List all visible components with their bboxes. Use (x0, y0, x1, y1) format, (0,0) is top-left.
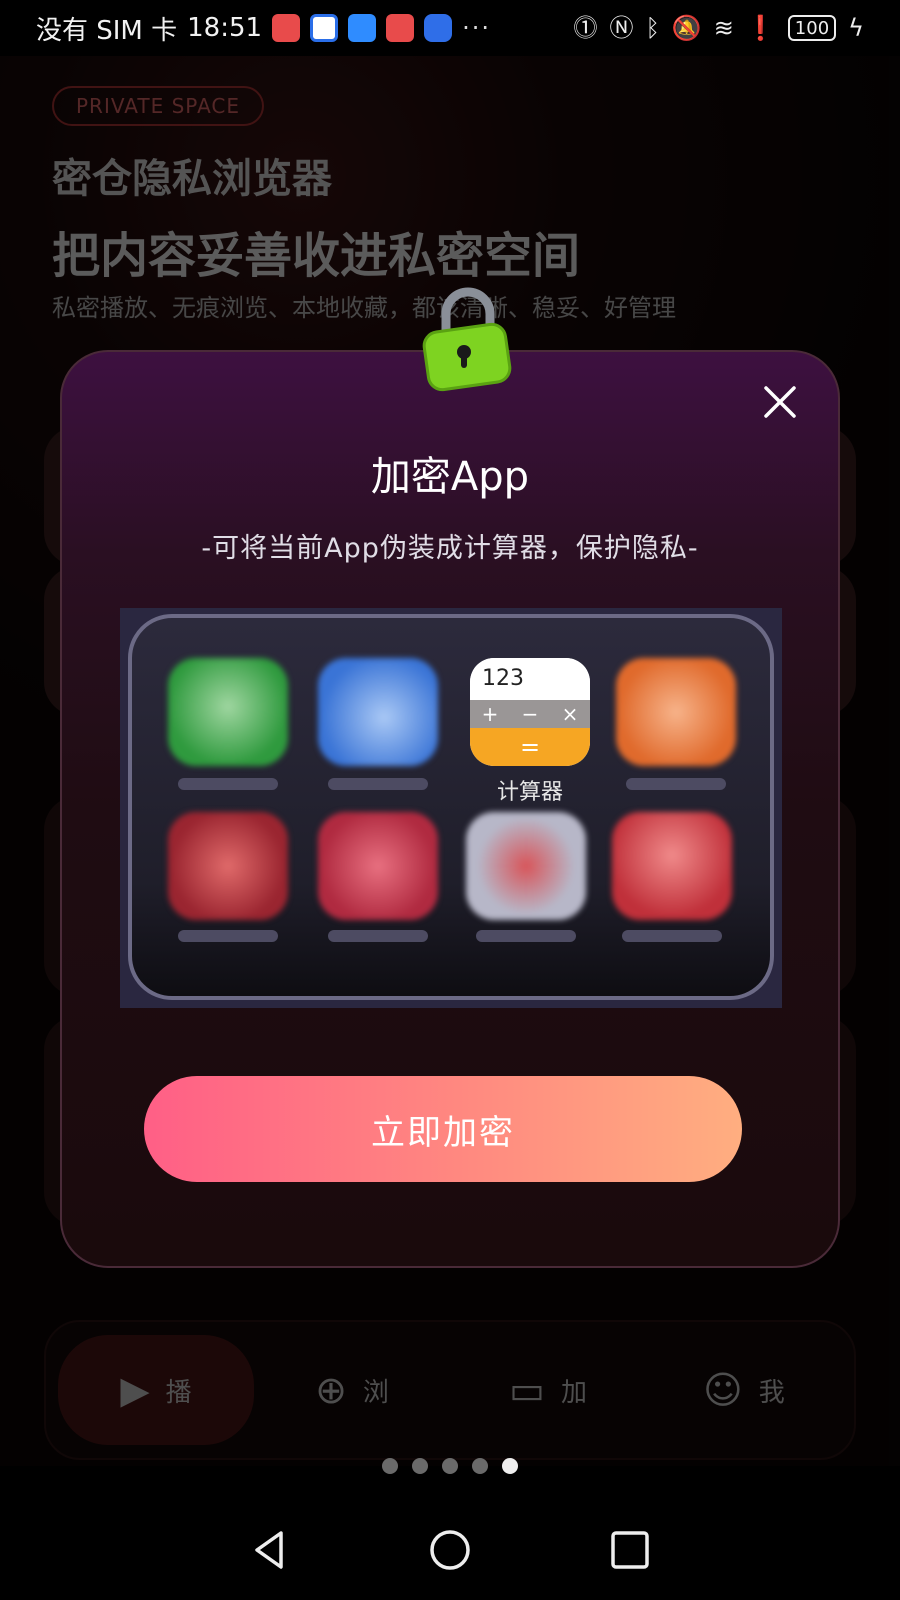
mail-notification-icon (310, 14, 339, 42)
encrypt-app-dialog: 加密App -可将当前App伪装成计算器，保护隐私- 123 + − × = 计… (60, 287, 840, 1268)
equals-icon: = (470, 728, 590, 766)
carrier-text: 没有 SIM 卡 (36, 15, 178, 46)
back-icon[interactable] (245, 1525, 295, 1575)
app-label-placeholder (178, 930, 278, 942)
plus-icon: + (481, 702, 499, 726)
status-bar: 没有 SIM 卡 18:51 ··· ⓵ Ⓝ ᛒ 🔕 ≋ ❗ 100 ϟ (0, 0, 900, 56)
tab-label: 播 (165, 1377, 192, 1408)
clock-text: 18:51 (187, 13, 263, 43)
app-label-placeholder (626, 778, 726, 790)
app-title: 密仓隐私浏览器 (52, 156, 332, 202)
mute-bell-icon: 🔕 (671, 14, 702, 42)
calculator-label: 计算器 (496, 780, 563, 805)
private-space-badge: PRIVATE SPACE (52, 86, 265, 126)
padlock-icon (422, 287, 512, 392)
times-icon: × (561, 702, 579, 726)
wifi-icon: ≋ (713, 14, 734, 42)
app-notification-icon-2 (386, 14, 415, 42)
calculator-app-icon: 123 + − × = (470, 658, 590, 766)
play-icon: ▶ (120, 1368, 150, 1412)
bluetooth-icon: ᛒ (645, 14, 660, 42)
alert-icon: ❗ (745, 14, 776, 42)
page-dot[interactable] (442, 1458, 458, 1474)
person-icon: ☺ (703, 1368, 743, 1412)
phone-mockup: 123 + − × = 计算器 (128, 614, 774, 1000)
calculator-disguise-preview: 123 + − × = 计算器 (120, 608, 782, 1008)
nfc-icon: Ⓝ (609, 14, 634, 42)
page-dot[interactable] (472, 1458, 488, 1474)
tab-label: 浏 (362, 1377, 389, 1408)
app-label-placeholder (476, 930, 576, 942)
home-icon[interactable] (425, 1525, 475, 1575)
encrypt-now-button[interactable]: 立即加密 (144, 1076, 742, 1182)
data-saver-icon: ⓵ (573, 14, 598, 42)
app-label-placeholder (328, 930, 428, 942)
battery-level: 100 (794, 17, 830, 39)
app-label-placeholder (328, 778, 428, 790)
page-indicator (0, 1458, 900, 1474)
minus-icon: − (521, 702, 539, 726)
dialog-title: 加密App (370, 454, 530, 500)
bulb-notification-icon (424, 14, 453, 42)
tab-label: 我 (758, 1377, 785, 1408)
charging-icon: ϟ (848, 14, 864, 42)
tab-browse[interactable]: ⊕ 浏 (254, 1335, 450, 1445)
blurred-app-icon (168, 812, 288, 920)
blurred-app-icon (466, 812, 586, 920)
close-icon[interactable] (760, 382, 800, 422)
calculator-display: 123 (470, 658, 590, 700)
app-label-placeholder (622, 930, 722, 942)
page-dot[interactable] (382, 1458, 398, 1474)
app-notification-icon (272, 14, 301, 42)
tab-label: 加 (560, 1377, 587, 1408)
blurred-app-icon (616, 658, 736, 766)
recents-icon[interactable] (605, 1525, 655, 1575)
page-heading: 把内容妥善收进私密空间 (52, 228, 581, 284)
page-dot-active[interactable] (502, 1458, 518, 1474)
tab-me[interactable]: ☺ 我 (646, 1335, 842, 1445)
calculator-operators: + − × (470, 700, 590, 728)
folder-lock-icon: ▭ (509, 1368, 545, 1412)
tab-encrypt[interactable]: ▭ 加 (450, 1335, 646, 1445)
tab-play[interactable]: ▶ 播 (58, 1335, 254, 1445)
cloud-notification-icon (348, 14, 377, 42)
more-notifications-icon: ··· (462, 14, 491, 42)
page-dot[interactable] (412, 1458, 428, 1474)
blurred-app-icon (318, 658, 438, 766)
browse-icon: ⊕ (315, 1368, 347, 1412)
app-label-placeholder (178, 778, 278, 790)
blurred-app-icon (318, 812, 438, 920)
blurred-app-icon (168, 658, 288, 766)
bottom-tab-bar: ▶ 播 ⊕ 浏 ▭ 加 ☺ 我 (44, 1320, 856, 1460)
system-navigation-bar (0, 1500, 900, 1600)
blurred-app-icon (612, 812, 732, 920)
dialog-subtitle: -可将当前App伪装成计算器，保护隐私- (201, 533, 699, 564)
battery-icon: 100 (787, 15, 837, 41)
